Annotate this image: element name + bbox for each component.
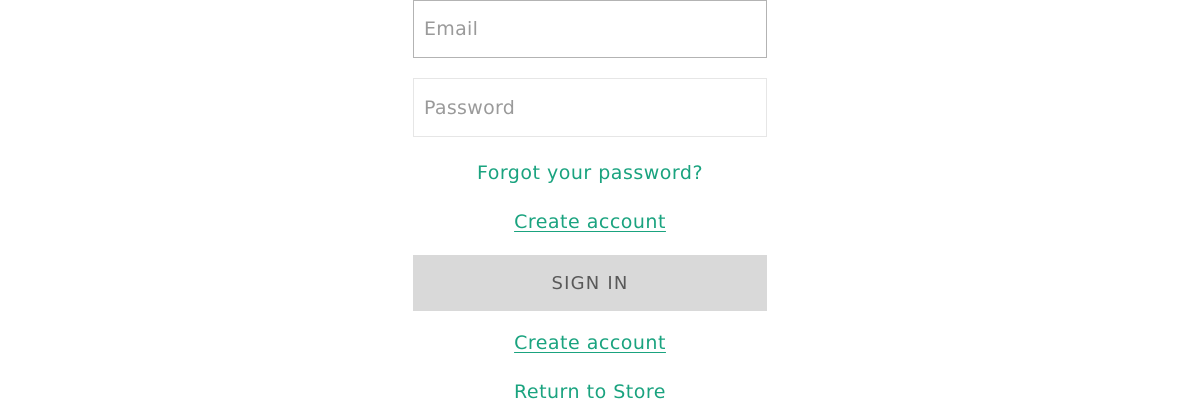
password-field[interactable] (414, 79, 766, 136)
create-account-link-secondary[interactable]: Create account (413, 331, 767, 355)
email-field-wrapper (413, 0, 767, 58)
password-field-wrapper (413, 78, 767, 137)
forgot-password-link[interactable]: Forgot your password? (413, 161, 767, 185)
email-field[interactable] (414, 1, 766, 57)
sign-in-button[interactable]: SIGN IN (413, 255, 767, 311)
create-account-link[interactable]: Create account (413, 210, 767, 234)
return-to-store-link[interactable]: Return to Store (413, 380, 767, 404)
